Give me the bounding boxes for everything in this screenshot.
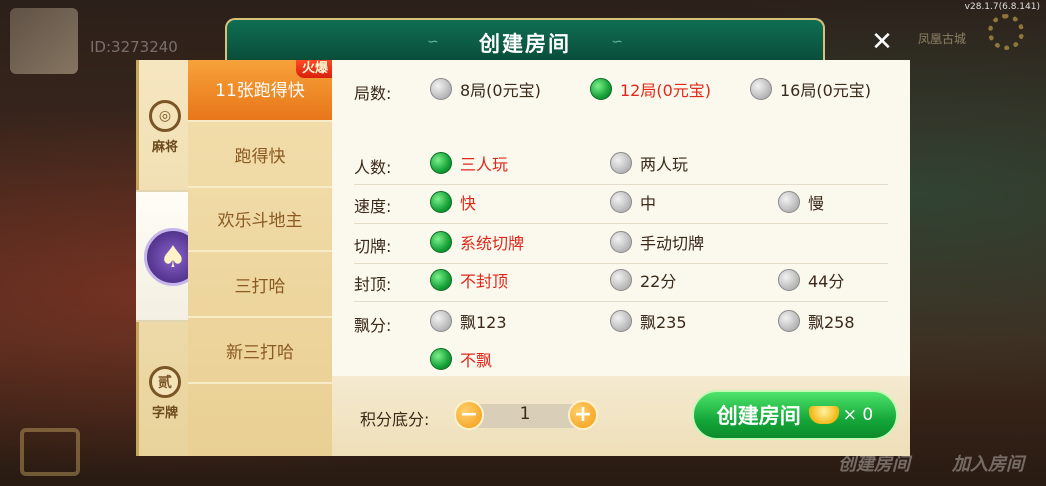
option-label: 飘235	[640, 313, 687, 332]
user-id: ID:3273240	[90, 38, 178, 56]
option-label: 16局(0元宝)	[780, 81, 872, 100]
piao-option[interactable]: 飘258	[778, 309, 855, 333]
speed-option[interactable]: 快	[430, 190, 476, 214]
gear-icon	[988, 14, 1024, 50]
plus-button[interactable]: +	[568, 400, 598, 430]
radio-icon	[610, 269, 632, 291]
option-label: 22分	[640, 272, 677, 291]
radio-icon	[430, 269, 452, 291]
radio-icon	[430, 191, 452, 213]
option-label: 44分	[808, 272, 845, 291]
radio-icon	[750, 78, 772, 100]
radio-icon	[430, 152, 452, 174]
option-label: 中	[640, 194, 657, 213]
players-label: 人数:	[354, 158, 392, 177]
shop-cart-icon	[20, 428, 80, 476]
option-label: 飘258	[808, 313, 855, 332]
piao-option[interactable]: 飘123	[430, 309, 507, 333]
game-item[interactable]: 欢乐斗地主	[188, 190, 332, 252]
radio-icon	[778, 310, 800, 332]
option-label: 8局(0元宝)	[460, 81, 541, 100]
rules-panel: 局数: 8局(0元宝) 12局(0元宝) 16局(0元宝) 人数: 三人玩 两人…	[332, 60, 910, 376]
divider	[354, 223, 888, 224]
cloud-ornament-icon: ∽	[611, 34, 623, 50]
radio-icon	[430, 310, 452, 332]
radio-icon	[778, 269, 800, 291]
option-label: 三人玩	[460, 155, 509, 174]
option-label: 不封顶	[460, 272, 509, 291]
radio-icon	[590, 78, 612, 100]
location-label: 凤凰古城	[917, 32, 966, 46]
option-label: 系统切牌	[460, 234, 525, 253]
cap-option[interactable]: 44分	[778, 268, 844, 292]
minus-button[interactable]: −	[454, 400, 484, 430]
radio-icon	[778, 191, 800, 213]
piao-option[interactable]: 不飘	[430, 347, 492, 371]
rounds-option[interactable]: 12局(0元宝)	[590, 77, 711, 101]
base-score-label: 积分底分:	[360, 410, 430, 429]
option-label: 手动切牌	[640, 234, 705, 253]
speed-option[interactable]: 慢	[778, 190, 824, 214]
players-option[interactable]: 两人玩	[610, 151, 688, 175]
create-room-button[interactable]: 创建房间 × 0	[692, 390, 898, 440]
piao-option[interactable]: 飘235	[610, 309, 687, 333]
bg-join-room-label: 加入房间	[952, 454, 1024, 475]
option-label: 快	[460, 194, 477, 213]
radio-icon	[610, 310, 632, 332]
radio-icon	[430, 231, 452, 253]
mahjong-icon: ◎	[149, 100, 181, 132]
avatar	[10, 8, 78, 74]
game-item[interactable]: 新三打哈	[188, 322, 332, 384]
cut-label: 切牌:	[354, 237, 392, 256]
dialog-title: 创建房间	[479, 32, 571, 56]
option-label: 两人玩	[640, 155, 689, 174]
radio-icon	[430, 348, 452, 370]
cut-option[interactable]: 手动切牌	[610, 230, 704, 254]
create-room-label: 创建房间	[716, 404, 801, 428]
radio-icon	[430, 78, 452, 100]
option-label: 12局(0元宝)	[620, 81, 712, 100]
game-item-selected[interactable]: 11张跑得快 火爆	[188, 60, 334, 122]
category-label: 字牌	[151, 406, 178, 421]
base-score-value: 1	[519, 404, 531, 424]
game-item[interactable]: 三打哈	[188, 256, 332, 318]
zipai-icon: 贰	[149, 366, 181, 398]
radio-icon	[610, 191, 632, 213]
version-label: v28.1.7(6.8.141)	[964, 2, 1040, 12]
cut-option[interactable]: 系统切牌	[430, 230, 524, 254]
category-zipai[interactable]: 贰 字牌	[139, 366, 191, 421]
option-label: 不飘	[460, 351, 493, 370]
option-label: 飘123	[460, 313, 507, 332]
divider	[354, 301, 888, 302]
game-list: 11张跑得快 火爆 跑得快 欢乐斗地主 三打哈 新三打哈	[188, 60, 334, 456]
cap-label: 封顶:	[354, 275, 392, 294]
speed-label: 速度:	[354, 197, 392, 216]
option-label: 慢	[808, 194, 825, 213]
dialog-footer: 积分底分: − 1 + 创建房间 × 0	[332, 376, 910, 456]
divider	[354, 263, 888, 264]
piao-label: 飘分:	[354, 316, 392, 335]
category-label: 麻将	[151, 140, 178, 155]
game-item[interactable]: 跑得快	[188, 126, 332, 188]
radio-icon	[610, 152, 632, 174]
category-mahjong[interactable]: ◎ 麻将	[139, 100, 191, 155]
cap-option[interactable]: 不封顶	[430, 268, 508, 292]
speed-option[interactable]: 中	[610, 190, 656, 214]
gold-ingot-icon	[808, 406, 839, 424]
rounds-option[interactable]: 16局(0元宝)	[750, 77, 871, 101]
cap-option[interactable]: 22分	[610, 268, 676, 292]
players-option[interactable]: 三人玩	[430, 151, 508, 175]
rounds-label: 局数:	[354, 84, 392, 103]
radio-icon	[610, 231, 632, 253]
divider	[354, 184, 888, 185]
room-cost: × 0	[842, 405, 874, 425]
rounds-option[interactable]: 8局(0元宝)	[430, 77, 541, 101]
dialog-title-bar: ∽ 创建房间 ∽	[225, 18, 825, 60]
close-button[interactable]: ✕	[868, 28, 896, 56]
hot-badge: 火爆	[295, 60, 334, 78]
game-label: 11张跑得快	[215, 81, 305, 101]
